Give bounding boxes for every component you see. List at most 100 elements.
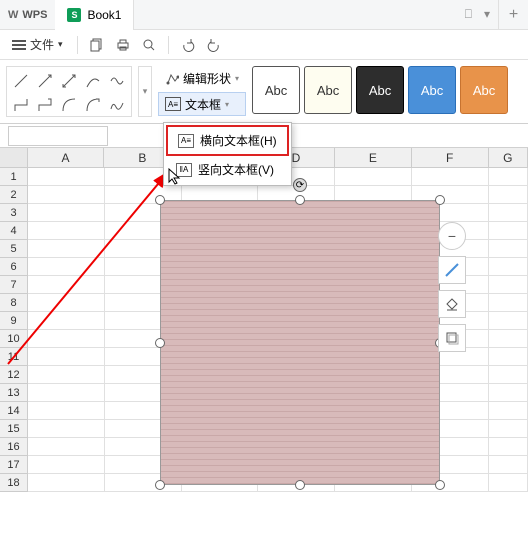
file-menu-button[interactable]: 文件 ▾ <box>6 32 69 57</box>
cell[interactable] <box>28 204 105 222</box>
resize-handle-bm[interactable] <box>295 480 305 490</box>
shadow-tool[interactable] <box>438 324 466 352</box>
row-header[interactable]: 5 <box>0 240 28 258</box>
cell[interactable] <box>28 420 105 438</box>
freeform-shape[interactable] <box>106 70 128 92</box>
shape-rectangle[interactable] <box>160 200 440 485</box>
cell[interactable] <box>28 240 105 258</box>
cell[interactable] <box>489 402 528 420</box>
collapse-tool[interactable]: − <box>438 222 466 250</box>
resize-handle-ml[interactable] <box>155 338 165 348</box>
cell[interactable] <box>28 312 105 330</box>
cell[interactable] <box>28 186 105 204</box>
cell[interactable] <box>28 366 105 384</box>
row-header[interactable]: 17 <box>0 456 28 474</box>
shape-gallery[interactable] <box>6 66 132 117</box>
cell[interactable] <box>489 294 528 312</box>
cell[interactable] <box>489 330 528 348</box>
column-header[interactable]: F <box>412 148 489 168</box>
double-arrow-shape[interactable] <box>58 70 80 92</box>
row-header[interactable]: 16 <box>0 438 28 456</box>
style-preset-4[interactable]: Abc <box>408 66 456 114</box>
cell[interactable] <box>28 348 105 366</box>
cell[interactable] <box>489 474 528 492</box>
outline-tool[interactable] <box>438 256 466 284</box>
row-header[interactable]: 2 <box>0 186 28 204</box>
name-box[interactable] <box>8 126 108 146</box>
row-header[interactable]: 6 <box>0 258 28 276</box>
curved-connector-shape[interactable] <box>58 94 80 116</box>
curved-arrow-shape[interactable] <box>82 94 104 116</box>
cell[interactable] <box>489 420 528 438</box>
cell[interactable] <box>489 312 528 330</box>
cell[interactable] <box>489 168 528 186</box>
style-preset-1[interactable]: Abc <box>252 66 300 114</box>
elbow-connector-shape[interactable] <box>10 94 32 116</box>
cell[interactable] <box>489 456 528 474</box>
select-all-corner[interactable] <box>0 148 28 168</box>
row-header[interactable]: 18 <box>0 474 28 492</box>
row-header[interactable]: 13 <box>0 384 28 402</box>
cell[interactable] <box>28 456 105 474</box>
style-preset-2[interactable]: Abc <box>304 66 352 114</box>
cell[interactable] <box>28 258 105 276</box>
cell[interactable] <box>28 384 105 402</box>
style-preset-3[interactable]: Abc <box>356 66 404 114</box>
column-header[interactable]: G <box>489 148 528 168</box>
cell[interactable] <box>28 330 105 348</box>
line-shape[interactable] <box>10 70 32 92</box>
row-header[interactable]: 11 <box>0 348 28 366</box>
cell[interactable] <box>489 348 528 366</box>
minimize-tab-icon[interactable]: ⎕ <box>465 7 472 22</box>
copy-button[interactable] <box>86 34 108 56</box>
fill-tool[interactable] <box>438 290 466 318</box>
cell[interactable] <box>489 204 528 222</box>
preview-button[interactable] <box>138 34 160 56</box>
cell[interactable] <box>28 276 105 294</box>
elbow-arrow-shape[interactable] <box>34 94 56 116</box>
row-header[interactable]: 3 <box>0 204 28 222</box>
resize-handle-br[interactable] <box>435 480 445 490</box>
selected-shape[interactable]: ⟳ <box>160 200 440 485</box>
new-tab-button[interactable]: + <box>498 0 528 30</box>
row-header[interactable]: 15 <box>0 420 28 438</box>
cell[interactable] <box>489 222 528 240</box>
cell[interactable] <box>28 402 105 420</box>
row-header[interactable]: 7 <box>0 276 28 294</box>
cell[interactable] <box>28 294 105 312</box>
style-preset-5[interactable]: Abc <box>460 66 508 114</box>
row-header[interactable]: 14 <box>0 402 28 420</box>
cell[interactable] <box>489 276 528 294</box>
curve-shape[interactable] <box>82 70 104 92</box>
cell[interactable] <box>28 222 105 240</box>
row-header[interactable]: 12 <box>0 366 28 384</box>
row-header[interactable]: 8 <box>0 294 28 312</box>
cell[interactable] <box>28 168 105 186</box>
horizontal-textbox-item[interactable]: A≡ 横向文本框(H) <box>166 125 289 156</box>
shape-gallery-expand[interactable]: ▾ <box>138 66 152 117</box>
print-button[interactable] <box>112 34 134 56</box>
cell[interactable] <box>489 258 528 276</box>
cell[interactable] <box>412 168 489 186</box>
column-header[interactable]: A <box>28 148 105 168</box>
cell[interactable] <box>489 186 528 204</box>
column-header[interactable]: E <box>335 148 412 168</box>
vertical-textbox-item[interactable]: ‖A 竖向文本框(V) <box>166 156 289 183</box>
scribble-shape[interactable] <box>106 94 128 116</box>
cell[interactable] <box>335 168 412 186</box>
row-header[interactable]: 9 <box>0 312 28 330</box>
cell[interactable] <box>489 384 528 402</box>
resize-handle-tm[interactable] <box>295 195 305 205</box>
cell[interactable] <box>28 438 105 456</box>
list-tabs-icon[interactable]: ▾ <box>484 7 490 22</box>
document-tab[interactable]: S Book1 <box>55 0 134 30</box>
cell[interactable] <box>489 366 528 384</box>
row-header[interactable]: 4 <box>0 222 28 240</box>
arrow-shape[interactable] <box>34 70 56 92</box>
cell[interactable] <box>28 474 105 492</box>
edit-shape-button[interactable]: 编辑形状 ▾ <box>158 66 246 90</box>
undo-button[interactable] <box>177 34 199 56</box>
row-header[interactable]: 1 <box>0 168 28 186</box>
rotate-handle[interactable]: ⟳ <box>293 178 307 192</box>
row-header[interactable]: 10 <box>0 330 28 348</box>
